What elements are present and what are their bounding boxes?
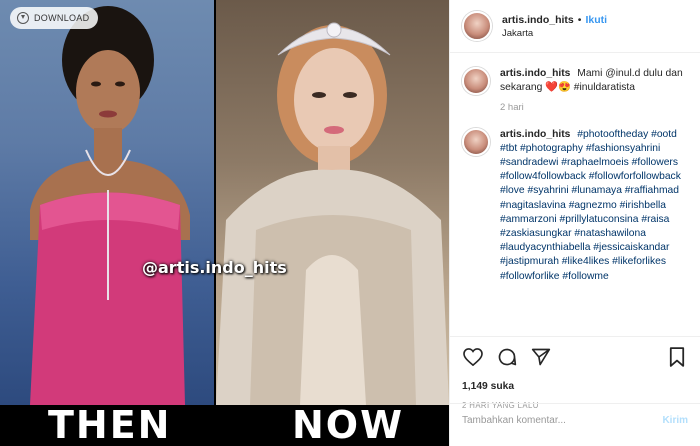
avatar[interactable] (462, 11, 492, 41)
comment-icon[interactable] (496, 346, 518, 368)
avatar[interactable] (462, 67, 490, 95)
like-count[interactable]: 1,149 suka (462, 381, 688, 392)
download-label: DOWNLOAD (34, 13, 90, 23)
comment-time: 2 hari (500, 102, 524, 114)
post-image[interactable]: DOWNLOAD @artis.indo_hits THEN NOW (0, 0, 449, 446)
now-portrait-illustration (216, 22, 449, 405)
share-icon[interactable] (530, 346, 552, 368)
post-header: artis.indo_hits • Ikuti Jakarta (450, 0, 700, 53)
bookmark-icon[interactable] (666, 346, 688, 368)
hashtag-comment: artis.indo_hits #photooftheday #ootd #tb… (462, 127, 688, 284)
avatar[interactable] (462, 127, 490, 156)
download-icon (17, 12, 29, 24)
caption-comment: artis.indo_hits Mami @inul.d dulu dan se… (462, 67, 688, 116)
post-actions: 1,149 suka 2 HARI YANG LALU Kirim (450, 336, 700, 436)
separator-dot: • (577, 13, 582, 26)
header-username[interactable]: artis.indo_hits (502, 14, 574, 26)
hashtag-list[interactable]: #photooftheday #ootd #tbt #photography #… (500, 129, 681, 282)
comment-username[interactable]: artis.indo_hits (500, 68, 570, 79)
add-comment-bar: Kirim (450, 403, 700, 436)
now-photo (216, 0, 449, 405)
follow-button[interactable]: Ikuti (585, 14, 607, 26)
then-caption: THEN (48, 403, 172, 446)
post-comment-button[interactable]: Kirim (662, 415, 688, 426)
comments-list[interactable]: artis.indo_hits Mami @inul.d dulu dan se… (450, 53, 700, 336)
image-watermark: @artis.indo_hits (142, 258, 287, 277)
post-sidebar: artis.indo_hits • Ikuti Jakarta artis.in… (449, 0, 700, 446)
comment-input[interactable] (462, 414, 663, 426)
comment-username[interactable]: artis.indo_hits (500, 129, 570, 140)
then-photo (0, 0, 214, 405)
location-link[interactable]: Jakarta (502, 28, 607, 39)
action-icons (462, 343, 688, 371)
then-portrait-illustration (30, 6, 190, 405)
now-caption: NOW (292, 403, 405, 446)
heart-icon[interactable] (462, 346, 484, 368)
download-button[interactable]: DOWNLOAD (10, 7, 99, 29)
